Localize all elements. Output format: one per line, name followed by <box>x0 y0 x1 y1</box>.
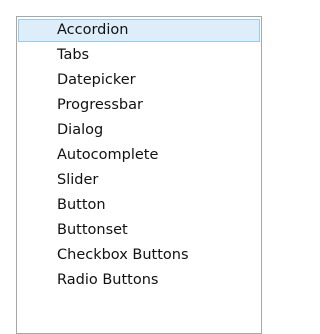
list-item-tabs[interactable]: Tabs <box>17 44 261 67</box>
list-item-button[interactable]: Button <box>17 194 261 217</box>
list-item-accordion[interactable]: Accordion <box>18 19 260 42</box>
list-item-slider[interactable]: Slider <box>17 169 261 192</box>
widget-listbox[interactable]: Accordion Tabs Datepicker Progressbar Di… <box>16 16 262 334</box>
list-item-datepicker[interactable]: Datepicker <box>17 69 261 92</box>
list-item-radio-buttons[interactable]: Radio Buttons <box>17 269 261 292</box>
list-item-buttonset[interactable]: Buttonset <box>17 219 261 242</box>
list-item-checkbox-buttons[interactable]: Checkbox Buttons <box>17 244 261 267</box>
list-item-progressbar[interactable]: Progressbar <box>17 94 261 117</box>
list-item-autocomplete[interactable]: Autocomplete <box>17 144 261 167</box>
list-item-dialog[interactable]: Dialog <box>17 119 261 142</box>
